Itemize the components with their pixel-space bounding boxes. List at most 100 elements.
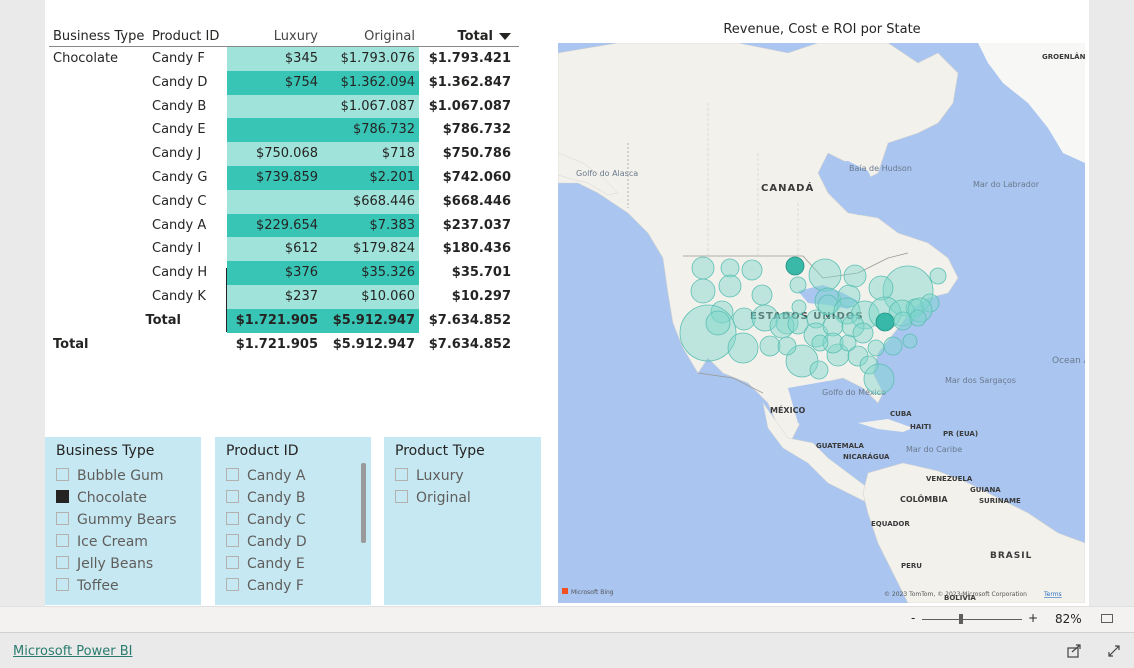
state-bubble[interactable] (929, 267, 947, 285)
row-business-type[interactable]: Chocolate (53, 47, 151, 71)
state-bubble[interactable] (808, 258, 842, 292)
row-total-value[interactable]: $1.067.087 (419, 95, 515, 119)
state-bubble[interactable] (679, 304, 737, 362)
state-bubble[interactable] (893, 311, 913, 331)
slicer-product-id-item[interactable]: Candy A (226, 468, 305, 488)
zoom-slider-thumb[interactable] (959, 614, 963, 624)
share-icon[interactable] (1066, 643, 1082, 659)
row-total-value[interactable]: $10.297 (419, 285, 515, 309)
row-product-id[interactable]: Candy I (152, 237, 226, 261)
state-bubble[interactable] (863, 363, 895, 395)
header-total[interactable]: Total (419, 24, 515, 46)
row-product-id[interactable]: Candy H (152, 261, 226, 285)
row-luxury-value[interactable]: $229.654 (227, 213, 322, 238)
state-bubble[interactable] (785, 256, 805, 276)
slicer-business-type-item[interactable]: Chocolate (56, 490, 147, 510)
row-luxury-value[interactable]: $739.859 (227, 165, 322, 190)
checkbox-icon[interactable] (56, 490, 69, 503)
row-total-value[interactable]: $35.701 (419, 261, 515, 285)
zoom-out-button[interactable]: - (911, 611, 915, 625)
subtotal-original[interactable]: $5.912.947 (322, 308, 419, 333)
slicer-business-type-item[interactable]: Gummy Bears (56, 512, 177, 532)
row-original-value[interactable]: $179.824 (322, 237, 419, 262)
slicer-business-type-item[interactable]: Bubble Gum (56, 468, 164, 488)
grand-total-luxury[interactable]: $1.721.905 (227, 333, 322, 357)
state-bubble[interactable] (867, 339, 885, 357)
row-product-id[interactable]: Candy E (152, 118, 226, 142)
row-total-value[interactable]: $237.037 (419, 214, 515, 238)
grand-total-original[interactable]: $5.912.947 (322, 333, 419, 357)
row-total-value[interactable]: $742.060 (419, 166, 515, 190)
slicer-business-type-item[interactable]: Toffee (56, 578, 119, 598)
checkbox-icon[interactable] (226, 534, 239, 547)
map-terms-link[interactable]: Terms (1043, 591, 1062, 598)
row-luxury-value[interactable]: $750.068 (227, 142, 322, 166)
checkbox-icon[interactable] (226, 490, 239, 503)
state-bubble[interactable] (718, 274, 742, 298)
row-luxury-value[interactable]: $754 (227, 70, 322, 95)
slicer-product-id-item[interactable]: Candy C (226, 512, 306, 532)
checkbox-icon[interactable] (56, 468, 69, 481)
state-bubble[interactable] (741, 259, 763, 281)
header-luxury[interactable]: Luxury (227, 24, 322, 46)
state-bubble[interactable] (875, 312, 895, 332)
row-luxury-value[interactable] (227, 118, 322, 143)
header-business-type[interactable]: Business Type (53, 24, 151, 46)
checkbox-icon[interactable] (56, 512, 69, 525)
row-product-id[interactable]: Candy A (152, 214, 226, 238)
slicer-product-id-item[interactable]: Candy B (226, 490, 305, 510)
state-bubble[interactable] (909, 309, 927, 327)
checkbox-icon[interactable] (56, 556, 69, 569)
row-luxury-value[interactable]: $376 (227, 261, 322, 285)
row-luxury-value[interactable] (227, 189, 322, 214)
slicer-product-id-item[interactable]: Candy F (226, 578, 304, 598)
state-bubble[interactable] (811, 334, 829, 352)
row-product-id[interactable]: Candy J (152, 142, 226, 166)
row-luxury-value[interactable]: $237 (227, 284, 322, 309)
subtotal-luxury[interactable]: $1.721.905 (227, 308, 322, 333)
slicer-product-id-item[interactable]: Candy D (226, 534, 307, 554)
state-bubble[interactable] (883, 336, 903, 356)
state-bubble[interactable] (791, 299, 807, 315)
row-luxury-value[interactable]: $345 (227, 47, 322, 71)
row-original-value[interactable]: $1.793.076 (322, 47, 419, 71)
slicer-business-type-item[interactable]: Jelly Beans (56, 556, 153, 576)
row-original-value[interactable]: $35.326 (322, 261, 419, 285)
header-product-id[interactable]: Product ID (152, 24, 226, 46)
checkbox-icon[interactable] (395, 468, 408, 481)
row-total-value[interactable]: $1.362.847 (419, 71, 515, 95)
row-original-value[interactable]: $1.067.087 (322, 94, 419, 119)
row-luxury-value[interactable] (227, 94, 322, 119)
row-original-value[interactable]: $718 (322, 142, 419, 166)
row-product-id[interactable]: Candy K (152, 285, 226, 309)
checkbox-icon[interactable] (226, 512, 239, 525)
state-bubble[interactable] (902, 333, 918, 349)
checkbox-icon[interactable] (226, 468, 239, 481)
slicer-business-type-item[interactable]: Ice Cream (56, 534, 148, 554)
row-total-value[interactable]: $668.446 (419, 190, 515, 214)
slicer-product-id-item[interactable]: Candy E (226, 556, 305, 576)
checkbox-icon[interactable] (226, 556, 239, 569)
row-product-id[interactable]: Candy B (152, 95, 226, 119)
row-product-id[interactable]: Candy F (152, 47, 226, 71)
state-bubble[interactable] (843, 264, 867, 288)
row-total-value[interactable]: $750.786 (419, 142, 515, 166)
slicer-product-type-item[interactable]: Luxury (395, 468, 464, 488)
row-luxury-value[interactable]: $612 (227, 237, 322, 262)
zoom-in-button[interactable]: + (1028, 611, 1038, 625)
row-product-id[interactable]: Candy C (152, 190, 226, 214)
row-product-id[interactable]: Candy D (152, 71, 226, 95)
slicer-product-id-scrollbar[interactable] (361, 463, 366, 543)
slicer-product-type-item[interactable]: Original (395, 490, 471, 510)
sort-descending-icon[interactable] (499, 33, 511, 40)
state-bubble[interactable] (759, 335, 781, 357)
checkbox-icon[interactable] (226, 578, 239, 591)
state-bubble[interactable] (789, 276, 807, 294)
row-original-value[interactable]: $1.362.094 (322, 70, 419, 95)
row-original-value[interactable]: $10.060 (322, 284, 419, 309)
subtotal-total[interactable]: $7.634.852 (419, 309, 515, 333)
row-total-value[interactable]: $180.436 (419, 237, 515, 261)
state-bubble[interactable] (690, 278, 716, 304)
header-original[interactable]: Original (322, 24, 419, 46)
row-original-value[interactable]: $7.383 (322, 213, 419, 238)
